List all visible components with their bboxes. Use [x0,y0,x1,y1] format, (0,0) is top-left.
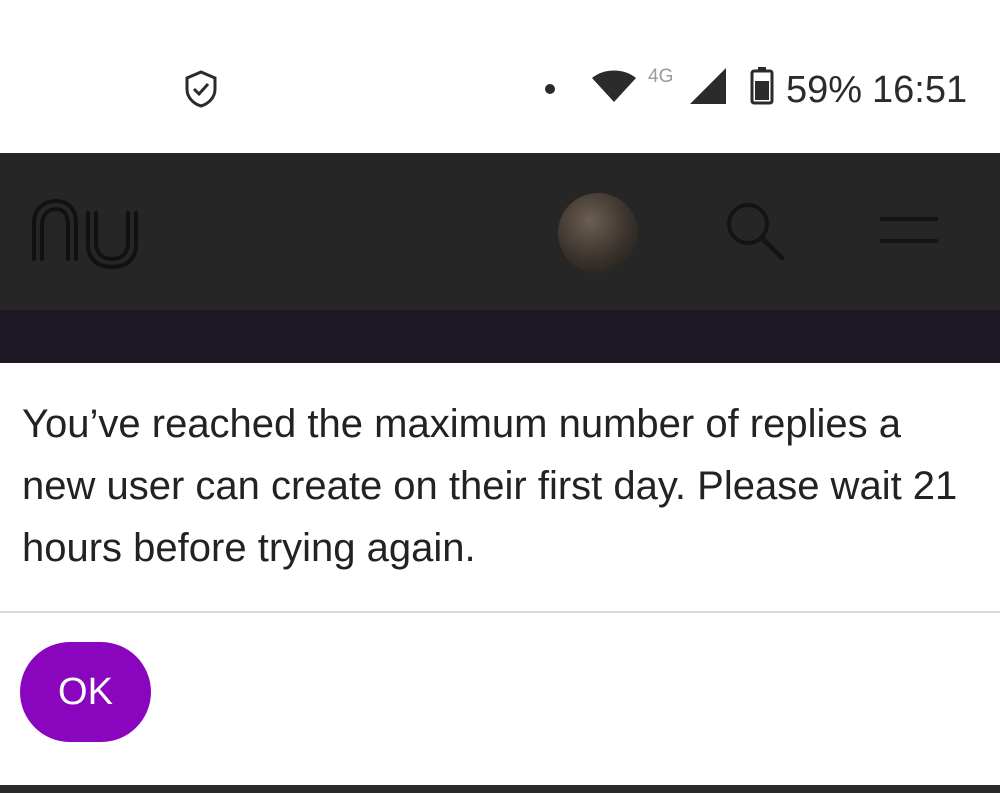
battery-percent: 59% [786,69,863,111]
shield-check-icon [185,70,217,108]
hamburger-menu-icon[interactable] [876,211,942,251]
app-header [0,153,1000,310]
network-type-label: 4G [648,66,674,87]
bottom-edge [0,785,1000,793]
app-subbar [0,310,1000,363]
reply-limit-dialog: You’ve reached the maximum number of rep… [0,363,1000,785]
cell-signal-icon [690,68,726,104]
dialog-message: You’ve reached the maximum number of rep… [22,402,958,570]
nu-logo-icon[interactable] [26,193,150,275]
notification-dot-icon [545,84,555,94]
battery-icon [750,67,774,105]
user-avatar[interactable] [558,193,638,273]
wifi-icon [592,70,636,102]
clock-time: 16:51 [872,69,968,111]
dialog-divider [0,611,1000,613]
status-bar: 4G 59% 16:51 [0,0,1000,153]
ok-button[interactable]: OK [20,642,151,742]
search-icon[interactable] [722,198,788,264]
